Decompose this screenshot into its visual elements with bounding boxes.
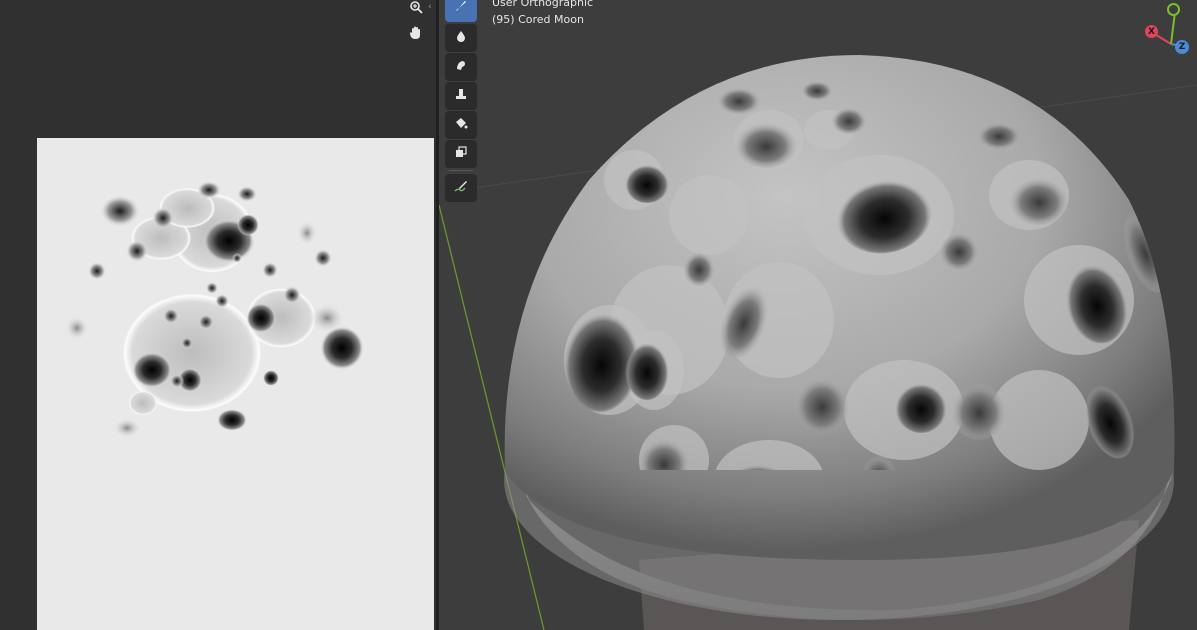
drop-icon [453,28,469,48]
crater-displacement-texture [65,181,364,438]
3d-viewport[interactable]: User Orthographic (95) Cored Moon X Z [439,0,1197,630]
annotate-tool[interactable] [445,174,477,202]
toolbar-separator [449,170,473,171]
smear-tool[interactable] [445,53,477,81]
brush-icon [453,0,469,18]
annotate-icon [453,178,469,198]
draw-tool[interactable] [445,0,477,22]
mask-tool[interactable] [445,140,477,168]
bucket-icon [453,115,469,135]
navigation-gizmo[interactable]: X Z [1137,0,1197,70]
view-mode-label: User Orthographic [492,0,594,9]
object-label: (95) Cored Moon [492,13,584,26]
soften-tool[interactable] [445,24,477,52]
image-editor-area: ‹ [0,0,436,630]
clone-tool[interactable] [445,82,477,110]
gizmo-x-axis[interactable]: X [1145,25,1158,38]
stamp-icon [453,86,469,106]
mask-icon [453,144,469,164]
fill-tool[interactable] [445,111,477,139]
gizmo-z-axis[interactable]: Z [1175,40,1189,54]
zoom-icon[interactable] [405,0,427,18]
hand-pan-icon[interactable] [405,21,427,43]
moon-mesh-render [439,55,1197,630]
gizmo-y-axis[interactable] [1167,3,1180,16]
chevron-left-icon[interactable]: ‹ [428,2,432,12]
displacement-texture-canvas[interactable] [37,138,434,630]
viewport-info: User Orthographic (95) Cored Moon [492,0,593,28]
smear-icon [453,57,469,77]
